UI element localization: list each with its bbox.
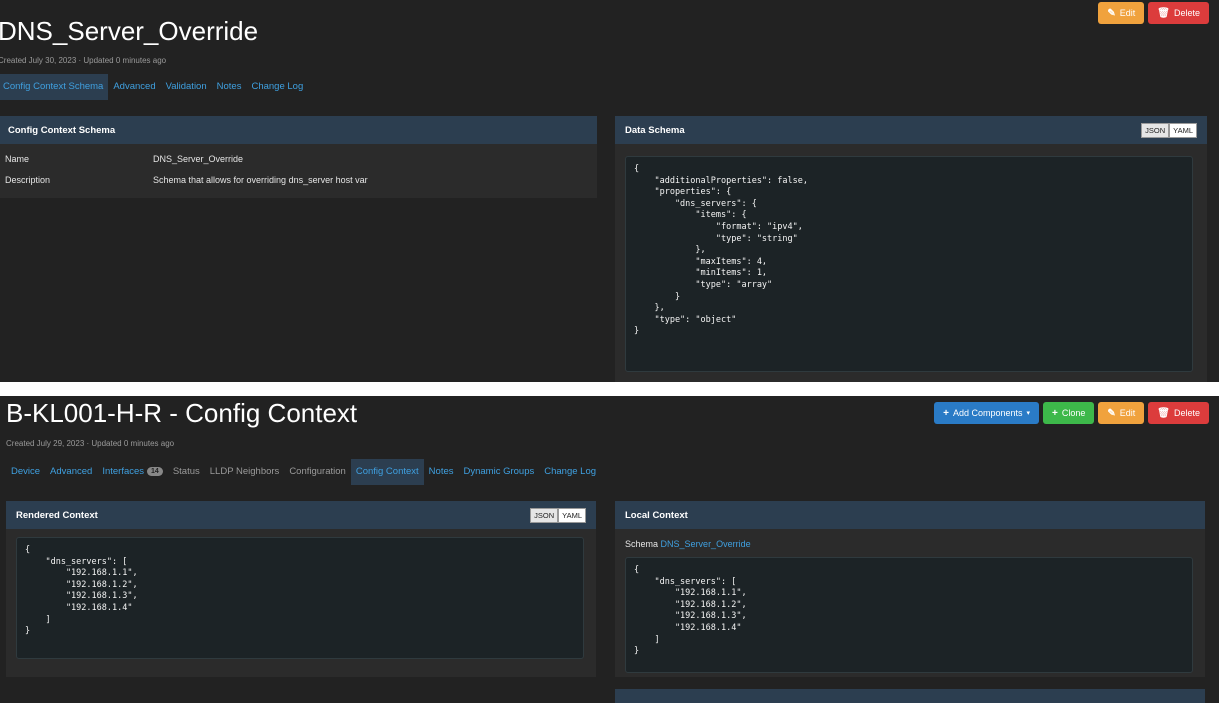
trash-icon: 🗑: [1157, 407, 1170, 419]
panel-header: Rendered Context JSON YAML: [6, 501, 596, 529]
format-toggle: JSON YAML: [1141, 122, 1197, 138]
trash-icon: 🗑: [1157, 7, 1170, 19]
config-context-schema-panel: Config Context Schema Name DNS_Server_Ov…: [0, 116, 597, 198]
table-row: Name DNS_Server_Override: [0, 148, 597, 169]
rendered-context-code-block: { "dns_servers": [ "192.168.1.1", "192.1…: [16, 537, 584, 659]
local-context-code-block: { "dns_servers": [ "192.168.1.1", "192.1…: [625, 557, 1193, 673]
clone-button[interactable]: + Clone: [1043, 402, 1095, 424]
format-toggle: JSON YAML: [530, 507, 586, 523]
tab-notes[interactable]: Notes: [212, 74, 247, 100]
tab-change-log[interactable]: Change Log: [246, 74, 308, 100]
delete-button-label: Delete: [1173, 408, 1200, 418]
plus-icon: +: [943, 407, 949, 419]
pencil-icon: ✎: [1107, 7, 1116, 19]
field-label: Name: [5, 153, 30, 164]
caret-down-icon: ▾: [1026, 410, 1031, 417]
panel-title: Local Context: [625, 509, 688, 521]
panel-title: Data Schema: [625, 124, 685, 136]
device-config-context-screen: B-KL001-H-R - Config Context Created Jul…: [0, 396, 1219, 703]
tab-config-context[interactable]: Config Context: [350, 459, 424, 485]
add-components-button[interactable]: + Add Components ▾: [934, 402, 1040, 424]
count-badge: 14: [147, 467, 163, 476]
tab-advanced[interactable]: Advanced: [45, 459, 97, 485]
yaml-toggle-button[interactable]: YAML: [558, 507, 586, 523]
schema-reference: Schema DNS_Server_Override: [615, 529, 1205, 551]
page-meta: Created July 29, 2023 · Updated 0 minute…: [6, 439, 175, 448]
schema-link[interactable]: DNS_Server_Override: [661, 539, 751, 549]
next-panel-header: [615, 689, 1205, 703]
edit-button[interactable]: ✎ Edit: [1098, 2, 1145, 24]
tab-interfaces-label: Interfaces: [102, 466, 145, 477]
tab-advanced[interactable]: Advanced: [108, 74, 160, 100]
tab-interfaces[interactable]: Interfaces 14: [97, 459, 168, 485]
page-actions: + Add Components ▾ + Clone ✎ Edit 🗑 Dele…: [934, 402, 1209, 424]
json-toggle-button[interactable]: JSON: [1141, 122, 1170, 138]
field-label: Description: [5, 174, 51, 185]
add-components-label: Add Components: [952, 408, 1023, 418]
data-schema-panel: Data Schema JSON YAML { "additionalPrope…: [615, 116, 1207, 382]
tab-configuration[interactable]: Configuration: [284, 459, 351, 485]
panel-title: Config Context Schema: [8, 124, 116, 136]
schema-code-block: { "additionalProperties": false, "proper…: [625, 156, 1193, 372]
tab-bar: Device Advanced Interfaces 14 Status LLD…: [6, 459, 601, 485]
schema-label: Schema: [625, 539, 659, 549]
delete-button[interactable]: 🗑 Delete: [1148, 402, 1209, 424]
field-value: Schema that allows for overriding dns_se…: [153, 174, 368, 185]
tab-status[interactable]: Status: [168, 459, 205, 485]
panel-header: Config Context Schema: [0, 116, 597, 144]
edit-button-label: Edit: [1119, 408, 1136, 418]
plus-icon: +: [1052, 407, 1058, 419]
json-toggle-button[interactable]: JSON: [530, 507, 559, 523]
tab-device[interactable]: Device: [6, 459, 45, 485]
page-title: B-KL001-H-R - Config Context: [6, 398, 358, 428]
local-context-panel: Local Context Schema DNS_Server_Override…: [615, 501, 1205, 677]
tab-notes[interactable]: Notes: [424, 459, 459, 485]
page-title: DNS_Server_Override: [0, 16, 259, 46]
delete-button[interactable]: 🗑 Delete: [1148, 2, 1209, 24]
edit-button-label: Edit: [1119, 8, 1136, 18]
tab-dynamic-groups[interactable]: Dynamic Groups: [459, 459, 540, 485]
page-actions: ✎ Edit 🗑 Delete: [1098, 2, 1209, 24]
edit-button[interactable]: ✎ Edit: [1098, 402, 1145, 424]
tab-change-log[interactable]: Change Log: [539, 459, 601, 485]
table-row: Description Schema that allows for overr…: [0, 169, 597, 190]
page-meta: Created July 30, 2023 · Updated 0 minute…: [0, 56, 167, 65]
schema-detail-screen: DNS_Server_Override Created July 30, 202…: [0, 0, 1219, 382]
tab-config-context-schema[interactable]: Config Context Schema: [0, 74, 109, 100]
field-value: DNS_Server_Override: [153, 153, 244, 164]
tab-bar: Config Context Schema Advanced Validatio…: [0, 74, 308, 100]
tab-validation[interactable]: Validation: [161, 74, 212, 100]
clone-button-label: Clone: [1061, 408, 1086, 418]
panel-header: Local Context: [615, 501, 1205, 529]
panel-title: Rendered Context: [16, 509, 98, 521]
tab-lldp-neighbors[interactable]: LLDP Neighbors: [205, 459, 285, 485]
yaml-toggle-button[interactable]: YAML: [1169, 122, 1197, 138]
rendered-context-panel: Rendered Context JSON YAML { "dns_server…: [6, 501, 596, 677]
panel-header: Data Schema JSON YAML: [615, 116, 1207, 144]
pencil-icon: ✎: [1107, 407, 1116, 419]
delete-button-label: Delete: [1173, 8, 1200, 18]
